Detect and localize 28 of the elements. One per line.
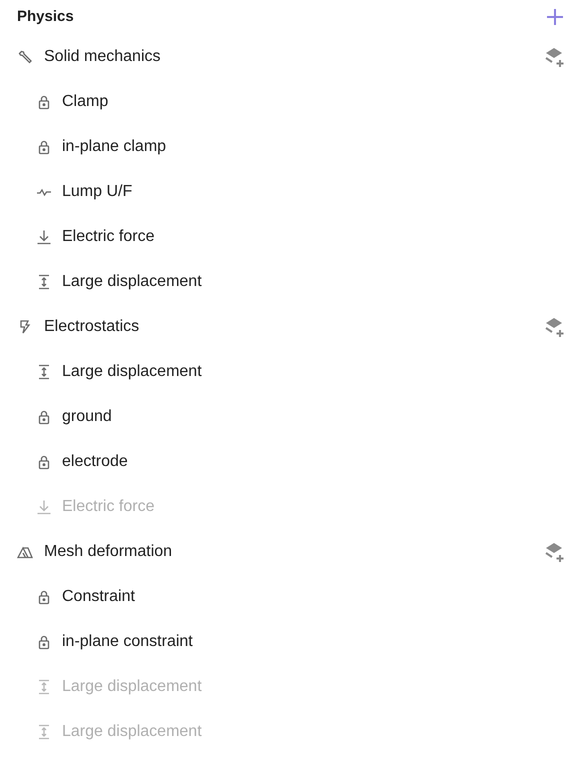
physics-item[interactable]: electrode <box>62 450 128 474</box>
physics-item[interactable]: Clamp <box>62 90 108 114</box>
physics-item[interactable]: Electric force <box>62 224 154 248</box>
lock-icon <box>36 408 52 424</box>
down-arrow-icon <box>36 498 52 514</box>
physics-item[interactable]: Lump U/F <box>62 180 132 204</box>
down-arrow-icon <box>36 228 52 244</box>
lock-icon <box>36 588 52 604</box>
physics-group[interactable]: Mesh deformation <box>44 540 172 564</box>
physics-item[interactable]: in-plane clamp <box>62 134 166 158</box>
add-icon[interactable] <box>546 8 564 26</box>
physics-item[interactable]: ground <box>62 404 112 428</box>
displacement-icon <box>36 274 52 290</box>
displacement-icon <box>36 364 52 380</box>
section-title: Physics <box>17 6 74 27</box>
physics-item[interactable]: Large displacement <box>62 270 202 294</box>
lock-icon <box>36 634 52 650</box>
lock-icon <box>36 454 52 470</box>
physics-group[interactable]: Electrostatics <box>44 314 140 338</box>
physics-item[interactable]: Large displacement <box>62 360 202 384</box>
wrench-icon <box>17 48 33 64</box>
lock-icon <box>36 94 52 110</box>
physics-group[interactable]: Solid mechanics <box>44 44 160 68</box>
displacement-icon <box>36 678 52 694</box>
lock-icon <box>36 138 52 154</box>
displacement-icon <box>36 724 52 740</box>
physics-item[interactable]: in-plane constraint <box>62 630 193 654</box>
physics-item[interactable]: Constraint <box>62 584 135 608</box>
